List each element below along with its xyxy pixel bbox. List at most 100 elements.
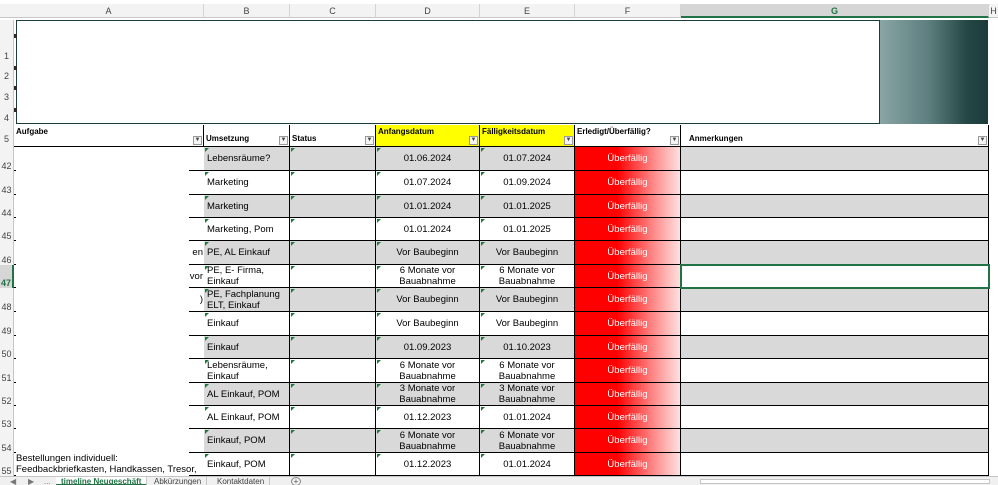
cell-status[interactable] — [290, 383, 376, 406]
cell-faelligkeitsdatum[interactable]: 3 Monate vor Bauabnahme — [480, 383, 575, 406]
cell-anmerkungen[interactable] — [681, 383, 989, 406]
cell-erledigt-status[interactable]: Überfällig — [575, 265, 681, 288]
cell-anfangsdatum[interactable]: 01.01.2024 — [376, 195, 480, 218]
col-header-h[interactable]: H — [989, 4, 998, 18]
row-header-49[interactable]: 49 — [0, 312, 14, 336]
cell-anfangsdatum[interactable]: Vor Baubeginn — [376, 288, 480, 312]
row-header-48[interactable]: 48 — [0, 288, 14, 312]
cell-anfangsdatum[interactable]: 6 Monate vor Bauabnahme — [376, 265, 480, 288]
row-header-44[interactable]: 44 — [0, 195, 14, 218]
cell-anmerkungen[interactable] — [681, 288, 989, 312]
cell-faelligkeitsdatum[interactable]: 01.10.2023 — [480, 336, 575, 359]
cell-faelligkeitsdatum[interactable]: Vor Baubeginn — [480, 312, 575, 336]
filter-dropdown-icon[interactable]: ▼ — [193, 136, 202, 145]
cell-anmerkungen[interactable] — [681, 406, 989, 429]
cell-status[interactable] — [290, 288, 376, 312]
cell-erledigt-status[interactable]: Überfällig — [575, 336, 681, 359]
cell-status[interactable] — [290, 241, 376, 265]
cell-anmerkungen[interactable] — [681, 336, 989, 359]
cell-anfangsdatum[interactable]: 01.09.2023 — [376, 336, 480, 359]
cell-erledigt-status[interactable]: Überfällig — [575, 453, 681, 476]
cell-faelligkeitsdatum[interactable]: 01.01.2025 — [480, 218, 575, 241]
cell-faelligkeitsdatum[interactable]: 6 Monate vor Bauabnahme — [480, 359, 575, 383]
cell-faelligkeitsdatum[interactable]: 6 Monate vor Bauabnahme — [480, 265, 575, 288]
cell-umsetzung[interactable]: Marketing, Pom — [204, 218, 290, 241]
header-aufgabe[interactable]: Aufgabe ▼ — [14, 125, 204, 147]
cell-erledigt-status[interactable]: Überfällig — [575, 241, 681, 265]
header-umsetzung[interactable]: Umsetzung ▼ — [204, 125, 290, 147]
aufgabe-column-area[interactable] — [16, 147, 189, 476]
cell-umsetzung[interactable]: AL Einkauf, POM — [204, 383, 290, 406]
row-header-3[interactable]: 3 — [0, 86, 14, 108]
row-header-53[interactable]: 53 — [0, 406, 14, 429]
cell-status[interactable] — [290, 171, 376, 195]
cell-status[interactable] — [290, 453, 376, 476]
col-header-d[interactable]: D — [376, 4, 480, 18]
cell-status[interactable] — [290, 359, 376, 383]
row-header-45[interactable]: 45 — [0, 218, 14, 241]
tab-abkuerzungen[interactable]: Abkürzungen — [149, 477, 208, 485]
cell-anmerkungen[interactable] — [681, 241, 989, 265]
cell-anmerkungen[interactable] — [681, 453, 989, 476]
row-header-47[interactable]: 47 — [0, 265, 14, 288]
cell-anfangsdatum[interactable]: 01.07.2024 — [376, 171, 480, 195]
cell-umsetzung[interactable]: Einkauf, POM — [204, 429, 290, 453]
cell-anfangsdatum[interactable]: Vor Baubeginn — [376, 312, 480, 336]
cell-erledigt-status[interactable]: Überfällig — [575, 218, 681, 241]
cell-erledigt-status[interactable]: Überfällig — [575, 359, 681, 383]
cell-anfangsdatum[interactable]: 6 Monate vor Bauabnahme — [376, 429, 480, 453]
cell-umsetzung[interactable]: AL Einkauf, POM — [204, 406, 290, 429]
tab-more-icon[interactable]: ... — [44, 477, 51, 485]
header-faelligkeitsdatum[interactable]: Fälligkeitsdatum ▼ — [480, 125, 575, 147]
filter-dropdown-icon[interactable]: ▼ — [365, 136, 374, 145]
tab-timeline-neugeschaeft[interactable]: timeline Neugeschäft — [56, 477, 148, 485]
cell-erledigt-status[interactable]: Überfällig — [575, 147, 681, 171]
active-cell-selection[interactable] — [680, 264, 990, 289]
row-header-50[interactable]: 50 — [0, 336, 14, 359]
cell-umsetzung[interactable]: PE, AL Einkauf — [204, 241, 290, 265]
cell-erledigt-status[interactable]: Überfällig — [575, 171, 681, 195]
row-header-54[interactable]: 54 — [0, 429, 14, 453]
col-header-g[interactable]: G — [681, 4, 989, 18]
cell-umsetzung[interactable]: Marketing — [204, 195, 290, 218]
cell-umsetzung[interactable]: Einkauf, POM — [204, 453, 290, 476]
cell-anfangsdatum[interactable]: 01.12.2023 — [376, 453, 480, 476]
cell-status[interactable] — [290, 265, 376, 288]
header-erledigt[interactable]: Erledigt/Überfällig? ▼ — [575, 125, 681, 147]
cell-umsetzung[interactable]: Lebensräume, Einkauf — [204, 359, 290, 383]
cell-erledigt-status[interactable]: Überfällig — [575, 406, 681, 429]
cell-anmerkungen[interactable] — [681, 147, 989, 171]
cell-status[interactable] — [290, 312, 376, 336]
cell-anfangsdatum[interactable]: 01.06.2024 — [376, 147, 480, 171]
cell-anmerkungen[interactable] — [681, 195, 989, 218]
cell-anfangsdatum[interactable]: 6 Monate vor Bauabnahme — [376, 359, 480, 383]
row-header-46[interactable]: 46 — [0, 241, 14, 265]
row-header-43[interactable]: 43 — [0, 171, 14, 195]
tab-next-icon[interactable]: ▶ — [28, 477, 34, 485]
cell-faelligkeitsdatum[interactable]: Vor Baubeginn — [480, 288, 575, 312]
cell-anmerkungen[interactable] — [681, 312, 989, 336]
cell-umsetzung[interactable]: PE, E- Firma, Einkauf — [204, 265, 290, 288]
header-status[interactable]: Status ▼ — [290, 125, 376, 147]
cell-umsetzung[interactable]: Einkauf — [204, 336, 290, 359]
filter-dropdown-icon[interactable]: ▼ — [564, 136, 573, 145]
cell-anfangsdatum[interactable]: Vor Baubeginn — [376, 241, 480, 265]
row-header-4[interactable]: 4 — [0, 108, 14, 125]
row-header-52[interactable]: 52 — [0, 383, 14, 406]
col-header-e[interactable]: E — [480, 4, 575, 18]
row-header-42[interactable]: 42 — [0, 147, 14, 171]
cell-anfangsdatum[interactable]: 01.01.2024 — [376, 218, 480, 241]
col-header-f[interactable]: F — [575, 4, 681, 18]
add-sheet-icon[interactable]: + — [291, 477, 301, 485]
cell-umsetzung[interactable]: PE, Fachplanung ELT, Einkauf — [204, 288, 290, 312]
filter-dropdown-icon[interactable]: ▼ — [469, 136, 478, 145]
row-header-51[interactable]: 51 — [0, 359, 14, 383]
cell-faelligkeitsdatum[interactable]: 01.01.2024 — [480, 406, 575, 429]
horizontal-scrollbar[interactable] — [700, 479, 990, 484]
cell-erledigt-status[interactable]: Überfällig — [575, 312, 681, 336]
cell-umsetzung[interactable]: Marketing — [204, 171, 290, 195]
cell-anmerkungen[interactable] — [681, 218, 989, 241]
cell-status[interactable] — [290, 336, 376, 359]
cell-anmerkungen[interactable] — [681, 429, 989, 453]
tab-prev-icon[interactable]: ◀ — [10, 477, 16, 485]
